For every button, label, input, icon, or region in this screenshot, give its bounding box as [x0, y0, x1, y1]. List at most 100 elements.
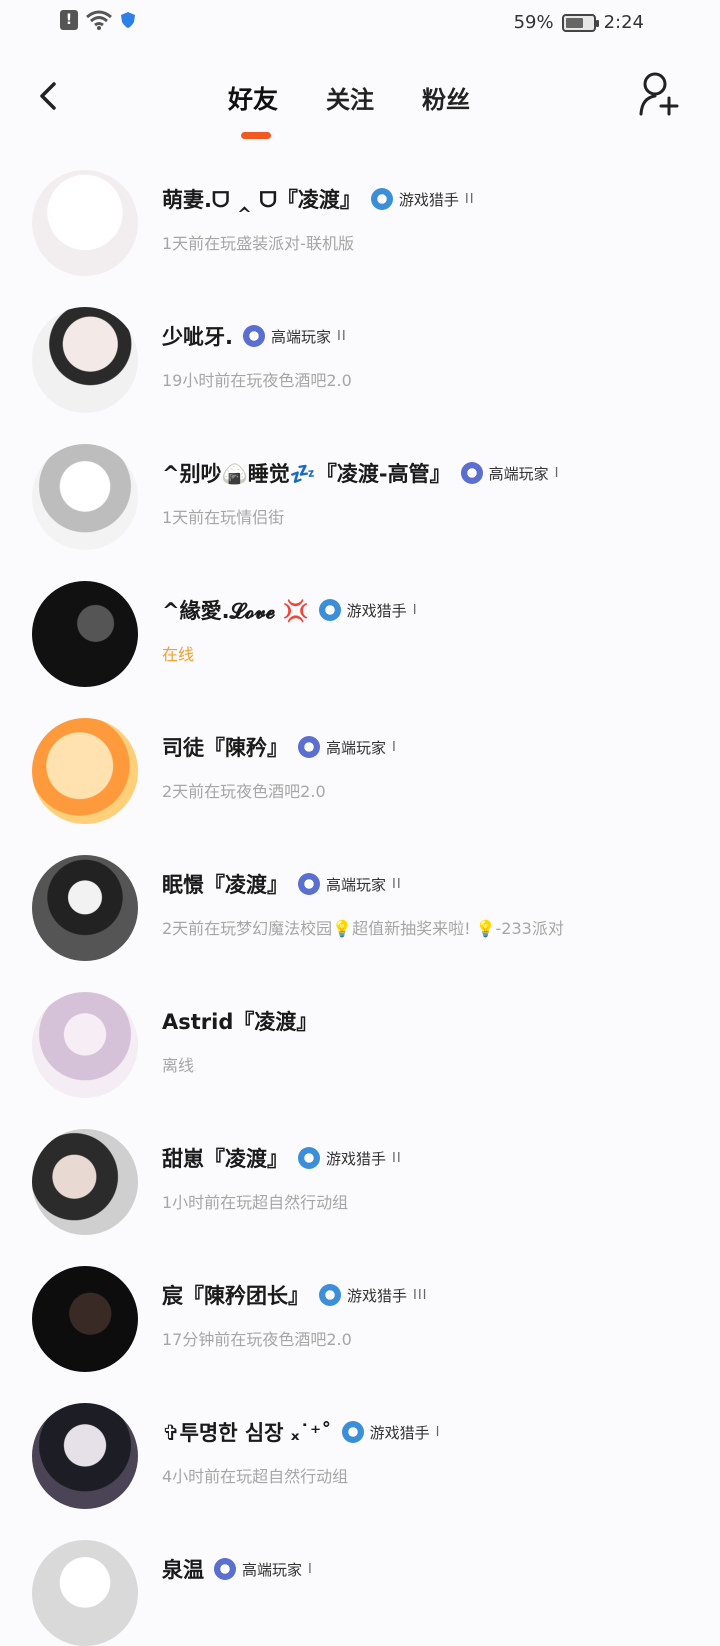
rank-badge-label: 高端玩家 — [326, 738, 387, 757]
rank-level: I — [308, 1561, 313, 1577]
rank-badge-icon — [370, 188, 393, 210]
name-row: 萌妻.ᗜ ‸ ᗜ『凌渡』 游戏猎手 II — [162, 184, 475, 214]
tab-bar: 好友 关注 粉丝 — [228, 80, 470, 116]
avatar[interactable] — [32, 1266, 138, 1372]
rank-badge-icon — [298, 736, 320, 758]
avatar[interactable] — [32, 581, 138, 687]
last-activity: 19小时前在玩夜色酒吧2.0 — [162, 371, 352, 390]
rank-level: II — [337, 328, 347, 344]
rank-badge: 高端玩家 II — [242, 325, 347, 347]
last-activity: 离线 — [162, 1056, 195, 1075]
chevron-left-icon — [40, 82, 56, 110]
avatar[interactable] — [32, 718, 138, 824]
rank-badge-icon — [319, 1284, 341, 1306]
friend-row[interactable]: 少呲牙. 高端玩家 II 19小时前在玩夜色酒吧2.0 — [0, 287, 720, 424]
rank-badge-label: 游戏猎手 — [398, 190, 459, 209]
last-activity: 1天前在玩盛装派对-联机版 — [162, 234, 354, 253]
last-activity: 4小时前在玩超自然行动组 — [162, 1467, 349, 1486]
rank-badge-label: 高端玩家 — [488, 464, 549, 483]
alert-icon: ! — [60, 10, 78, 30]
friend-name: 眠憬『凌渡』 — [162, 873, 288, 897]
avatar[interactable] — [32, 444, 138, 550]
friend-row[interactable]: ✞투명한 심장 ₓ˙⁺˚ 游戏猎手 I 4小时前在玩超自然行动组 — [0, 1383, 720, 1520]
active-tab-indicator — [241, 132, 271, 139]
battery-fill — [565, 17, 584, 28]
friend-row[interactable]: 萌妻.ᗜ ‸ ᗜ『凌渡』 游戏猎手 II 1天前在玩盛装派对-联机版 — [0, 150, 720, 287]
rank-badge-label: 游戏猎手 — [346, 601, 407, 620]
battery-percent: 59% — [513, 12, 554, 33]
rank-badge-label: 游戏猎手 — [326, 1149, 387, 1168]
rank-badge: 高端玩家 I — [214, 1558, 313, 1580]
friend-name: ✞투명한 심장 ₓ˙⁺˚ — [162, 1421, 332, 1445]
rank-badge-label: 高端玩家 — [326, 875, 387, 894]
name-row: 宸『陳矜团长』 游戏猎手 III — [162, 1280, 428, 1310]
friend-row[interactable]: Astrid『凌渡』离线 — [0, 972, 720, 1109]
rank-level: III — [413, 1287, 428, 1303]
avatar[interactable] — [32, 992, 138, 1098]
friend-name: ^緣愛.𝓛𝓸𝓿𝓮 💢 — [162, 599, 309, 623]
clock: 2:24 — [603, 12, 644, 33]
name-row: ✞투명한 심장 ₓ˙⁺˚ 游戏猎手 I — [162, 1417, 440, 1447]
friend-name: 甜崽『凌渡』 — [162, 1147, 288, 1171]
rank-badge: 高端玩家 II — [298, 873, 402, 895]
friend-row[interactable]: 宸『陳矜团长』 游戏猎手 III 17分钟前在玩夜色酒吧2.0 — [0, 1246, 720, 1383]
friend-name: 宸『陳矜团长』 — [162, 1284, 309, 1308]
avatar[interactable] — [32, 1129, 138, 1235]
name-row: 眠憬『凌渡』 高端玩家 II — [162, 869, 402, 899]
name-row: ^别吵🍙睡觉💤『凌渡-高管』 高端玩家 I — [162, 458, 559, 488]
tab-0[interactable]: 好友 — [228, 80, 278, 116]
rank-badge-icon — [214, 1558, 236, 1580]
friend-name: ^别吵🍙睡觉💤『凌渡-高管』 — [162, 462, 451, 486]
rank-badge: 游戏猎手 II — [298, 1147, 402, 1169]
rank-badge-icon — [242, 325, 265, 347]
add-friend-button[interactable] — [638, 70, 682, 118]
online-status: 在线 — [162, 645, 195, 664]
last-activity: 2天前在玩夜色酒吧2.0 — [162, 782, 326, 801]
status-icons-right: 59% 2:24 — [514, 12, 644, 33]
rank-badge: 游戏猎手 I — [341, 1421, 441, 1443]
avatar[interactable] — [32, 855, 138, 961]
friend-name: 泉温 — [162, 1558, 204, 1582]
name-row: ^緣愛.𝓛𝓸𝓿𝓮 💢 游戏猎手 I — [162, 595, 418, 625]
wifi-icon — [86, 10, 112, 30]
rank-level: II — [464, 191, 475, 207]
avatar[interactable] — [32, 170, 138, 276]
rank-badge-icon — [298, 873, 320, 895]
add-user-icon — [639, 72, 679, 116]
rank-badge-icon — [460, 462, 483, 484]
rank-badge-icon — [318, 599, 341, 621]
rank-badge-label: 游戏猎手 — [347, 1286, 408, 1305]
friend-row[interactable]: ^緣愛.𝓛𝓸𝓿𝓮 💢 游戏猎手 I 在线 — [0, 561, 720, 698]
avatar[interactable] — [32, 307, 138, 413]
rank-badge: 游戏猎手 I — [318, 599, 418, 621]
friend-name: 少呲牙. — [162, 325, 233, 349]
friend-row[interactable]: 眠憬『凌渡』 高端玩家 II 2天前在玩梦幻魔法校园💡超值新抽奖来啦! 💡-233派对 — [0, 835, 720, 972]
avatar[interactable] — [32, 1403, 138, 1509]
rank-badge: 高端玩家 I — [298, 736, 397, 758]
rank-level: I — [435, 1424, 441, 1440]
name-row: 甜崽『凌渡』 游戏猎手 II — [162, 1143, 402, 1173]
back-button[interactable] — [28, 74, 72, 118]
rank-level: I — [392, 739, 397, 755]
tab-2[interactable]: 粉丝 — [422, 80, 470, 116]
last-activity: 2天前在玩梦幻魔法校园💡超值新抽奖来啦! 💡-233派对 — [162, 919, 564, 938]
tab-1[interactable]: 关注 — [326, 80, 374, 116]
shield-icon — [121, 12, 135, 28]
rank-level: II — [392, 876, 402, 892]
battery-icon — [561, 13, 599, 32]
header: 好友 关注 粉丝 — [0, 60, 720, 146]
name-row: 少呲牙. 高端玩家 II — [162, 321, 347, 351]
friend-row[interactable]: ^别吵🍙睡觉💤『凌渡-高管』 高端玩家 I 1天前在玩情侣街 — [0, 424, 720, 561]
rank-badge-icon — [341, 1421, 364, 1443]
avatar[interactable] — [32, 1540, 138, 1646]
rank-badge: 高端玩家 I — [460, 462, 560, 484]
name-row: Astrid『凌渡』 — [162, 1006, 317, 1036]
friend-row[interactable]: 司徒『陳矜』 高端玩家 I 2天前在玩夜色酒吧2.0 — [0, 698, 720, 835]
last-activity: 17分钟前在玩夜色酒吧2.0 — [162, 1330, 352, 1349]
friend-name: 司徒『陳矜』 — [162, 736, 288, 760]
status-bar: ! 59% 2:24 — [0, 0, 720, 48]
friend-row[interactable]: 泉温 高端玩家 I — [0, 1520, 720, 1646]
friend-name: Astrid『凌渡』 — [162, 1010, 318, 1034]
friend-row[interactable]: 甜崽『凌渡』 游戏猎手 II 1小时前在玩超自然行动组 — [0, 1109, 720, 1246]
rank-badge: 游戏猎手 II — [370, 188, 475, 210]
